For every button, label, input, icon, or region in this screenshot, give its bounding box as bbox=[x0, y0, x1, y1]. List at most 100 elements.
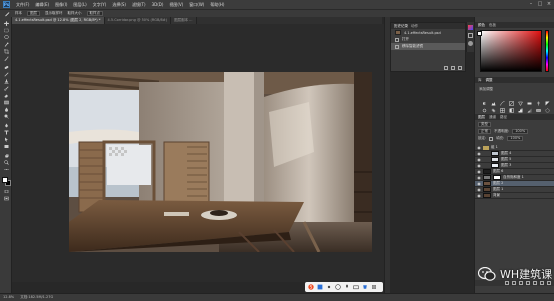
eye-icon[interactable]: ◉ bbox=[477, 169, 481, 174]
history-item-open[interactable]: 打开 bbox=[391, 36, 465, 43]
menu-file[interactable]: 文件(F) bbox=[16, 2, 29, 8]
channel-mixer-icon[interactable] bbox=[490, 108, 496, 113]
tab-layer-copy[interactable]: 图层副本 ... bbox=[171, 17, 197, 24]
curves-icon[interactable] bbox=[499, 101, 505, 106]
brightness-icon[interactable] bbox=[481, 101, 487, 106]
menu-window[interactable]: 窗口(W) bbox=[189, 2, 204, 8]
photo-filter-icon[interactable] bbox=[481, 108, 487, 113]
microphone-icon[interactable] bbox=[344, 284, 350, 290]
tab-history[interactable]: 历史记录 bbox=[394, 24, 408, 29]
foreground-color-swatch[interactable] bbox=[2, 177, 8, 183]
sample-select[interactable]: 图层 bbox=[27, 11, 40, 16]
stamp-tool-icon[interactable] bbox=[3, 79, 9, 84]
show-ring-checkbox[interactable]: 显示取样环 bbox=[45, 11, 63, 16]
menu-help[interactable]: 帮助(H) bbox=[210, 2, 224, 8]
eye-icon[interactable]: ◉ bbox=[477, 187, 481, 192]
swatches-panel-icon[interactable] bbox=[468, 33, 473, 38]
tab-libraries[interactable]: 库 bbox=[478, 78, 482, 83]
levels-icon[interactable] bbox=[490, 101, 496, 106]
history-brush-tool-icon[interactable] bbox=[3, 86, 9, 91]
tab-color[interactable]: 颜色 bbox=[478, 23, 485, 28]
eyedropper-tool-icon[interactable] bbox=[4, 11, 10, 17]
menu-view[interactable]: 视图(V) bbox=[169, 2, 183, 8]
marquee-tool-icon[interactable] bbox=[3, 28, 9, 33]
posterize-icon[interactable] bbox=[517, 108, 523, 113]
tab-adjustments[interactable]: 调整 bbox=[486, 78, 493, 83]
eyedropper-icon[interactable] bbox=[3, 56, 9, 61]
eye-icon[interactable]: ◉ bbox=[477, 157, 481, 162]
close-icon[interactable]: × bbox=[546, 1, 552, 7]
tab-swatches[interactable]: 色板 bbox=[489, 23, 496, 28]
quick-select-tool-icon[interactable] bbox=[3, 42, 9, 47]
menu-filter[interactable]: 滤镜(T) bbox=[132, 2, 146, 8]
threshold-icon[interactable] bbox=[526, 108, 532, 113]
color-panel-icon[interactable] bbox=[468, 25, 473, 30]
rectangle-tool-icon[interactable] bbox=[3, 144, 9, 149]
fill-input[interactable]: 100% bbox=[507, 136, 524, 141]
path-select-tool-icon[interactable] bbox=[3, 137, 9, 142]
eraser-tool-icon[interactable] bbox=[3, 93, 9, 98]
blur-tool-icon[interactable] bbox=[3, 107, 9, 112]
tab-paths[interactable]: 路径 bbox=[500, 115, 507, 120]
menu-select[interactable]: 选择(S) bbox=[112, 2, 126, 8]
emoji-icon[interactable] bbox=[335, 284, 341, 290]
punctuation-icon[interactable] bbox=[326, 284, 332, 290]
pen-tool-icon[interactable] bbox=[3, 123, 9, 128]
hue-icon[interactable] bbox=[526, 101, 532, 106]
zoom-level[interactable]: 12.8% bbox=[3, 295, 14, 299]
tab-channels[interactable]: 通道 bbox=[489, 115, 496, 120]
toolbox-icon[interactable] bbox=[371, 284, 377, 290]
lasso-tool-icon[interactable] bbox=[3, 35, 9, 40]
fg-color-swatch[interactable] bbox=[477, 31, 482, 36]
gradient-tool-icon[interactable] bbox=[3, 100, 9, 105]
eye-icon[interactable]: ◉ bbox=[477, 175, 481, 180]
history-item-remove-filter[interactable]: 移除智能滤镜 bbox=[391, 43, 465, 50]
eye-icon[interactable]: ◉ bbox=[477, 145, 481, 150]
maximize-icon[interactable]: □ bbox=[537, 1, 543, 7]
lock-icon[interactable] bbox=[489, 136, 494, 141]
gradient-map-icon[interactable] bbox=[535, 108, 541, 113]
tab-effects-result[interactable]: 4.1.effectsResult.psd @ 12.8% (图层 2, RGB… bbox=[12, 17, 105, 24]
new-snapshot-icon[interactable] bbox=[444, 66, 448, 70]
eye-icon[interactable]: ◉ bbox=[477, 163, 481, 168]
eye-icon[interactable]: ◉ bbox=[477, 181, 481, 186]
menu-3d[interactable]: 3D(D) bbox=[152, 2, 164, 7]
eye-icon[interactable]: ◉ bbox=[477, 151, 481, 156]
hue-slider[interactable] bbox=[545, 30, 549, 72]
brush-tool-icon[interactable] bbox=[3, 72, 9, 77]
opacity-input[interactable]: 100% bbox=[512, 129, 529, 134]
history-snapshot[interactable]: 4.1.effectsResult.psd bbox=[391, 29, 465, 36]
dodge-tool-icon[interactable] bbox=[3, 114, 9, 119]
tab-corridor[interactable]: 4.5.Corridor.png @ 50% (RGB/8#) bbox=[104, 17, 172, 24]
color-picker-field[interactable] bbox=[480, 30, 542, 72]
balance-icon[interactable] bbox=[535, 101, 541, 106]
chinese-mode-icon[interactable] bbox=[317, 284, 323, 290]
layer-row[interactable]: ◉ 背景 bbox=[475, 193, 554, 199]
more-tools-icon[interactable] bbox=[3, 167, 9, 172]
menu-image[interactable]: 图像(I) bbox=[55, 2, 67, 8]
minimize-icon[interactable]: – bbox=[528, 1, 534, 7]
layer-kind-select[interactable]: 类型 bbox=[478, 122, 491, 127]
sogou-logo-icon[interactable]: S bbox=[308, 284, 314, 290]
bw-icon[interactable] bbox=[544, 101, 550, 106]
tab-layers[interactable]: 图层 bbox=[478, 115, 485, 120]
zoom-tool-icon[interactable] bbox=[3, 160, 9, 165]
lookup-icon[interactable] bbox=[499, 108, 505, 113]
eye-icon[interactable]: ◉ bbox=[477, 193, 481, 198]
screen-mode-icon[interactable] bbox=[3, 196, 9, 201]
quick-mask-icon[interactable] bbox=[3, 189, 9, 194]
size-select[interactable]: 取样点 bbox=[86, 11, 103, 16]
menu-type[interactable]: 文字(Y) bbox=[93, 2, 107, 8]
keyboard-icon[interactable] bbox=[353, 284, 359, 290]
trash-icon[interactable] bbox=[458, 66, 462, 70]
document-image[interactable] bbox=[69, 72, 372, 252]
menu-edit[interactable]: 编辑(E) bbox=[35, 2, 49, 8]
hand-tool-icon[interactable] bbox=[3, 153, 9, 158]
vibrance-icon[interactable] bbox=[517, 101, 523, 106]
move-tool-icon[interactable] bbox=[3, 21, 9, 26]
selective-color-icon[interactable] bbox=[544, 108, 550, 113]
adjustments-panel-icon[interactable] bbox=[468, 41, 473, 46]
blend-mode-select[interactable]: 正常 bbox=[478, 129, 491, 134]
type-tool-icon[interactable] bbox=[3, 130, 9, 135]
crop-tool-icon[interactable] bbox=[3, 49, 9, 54]
